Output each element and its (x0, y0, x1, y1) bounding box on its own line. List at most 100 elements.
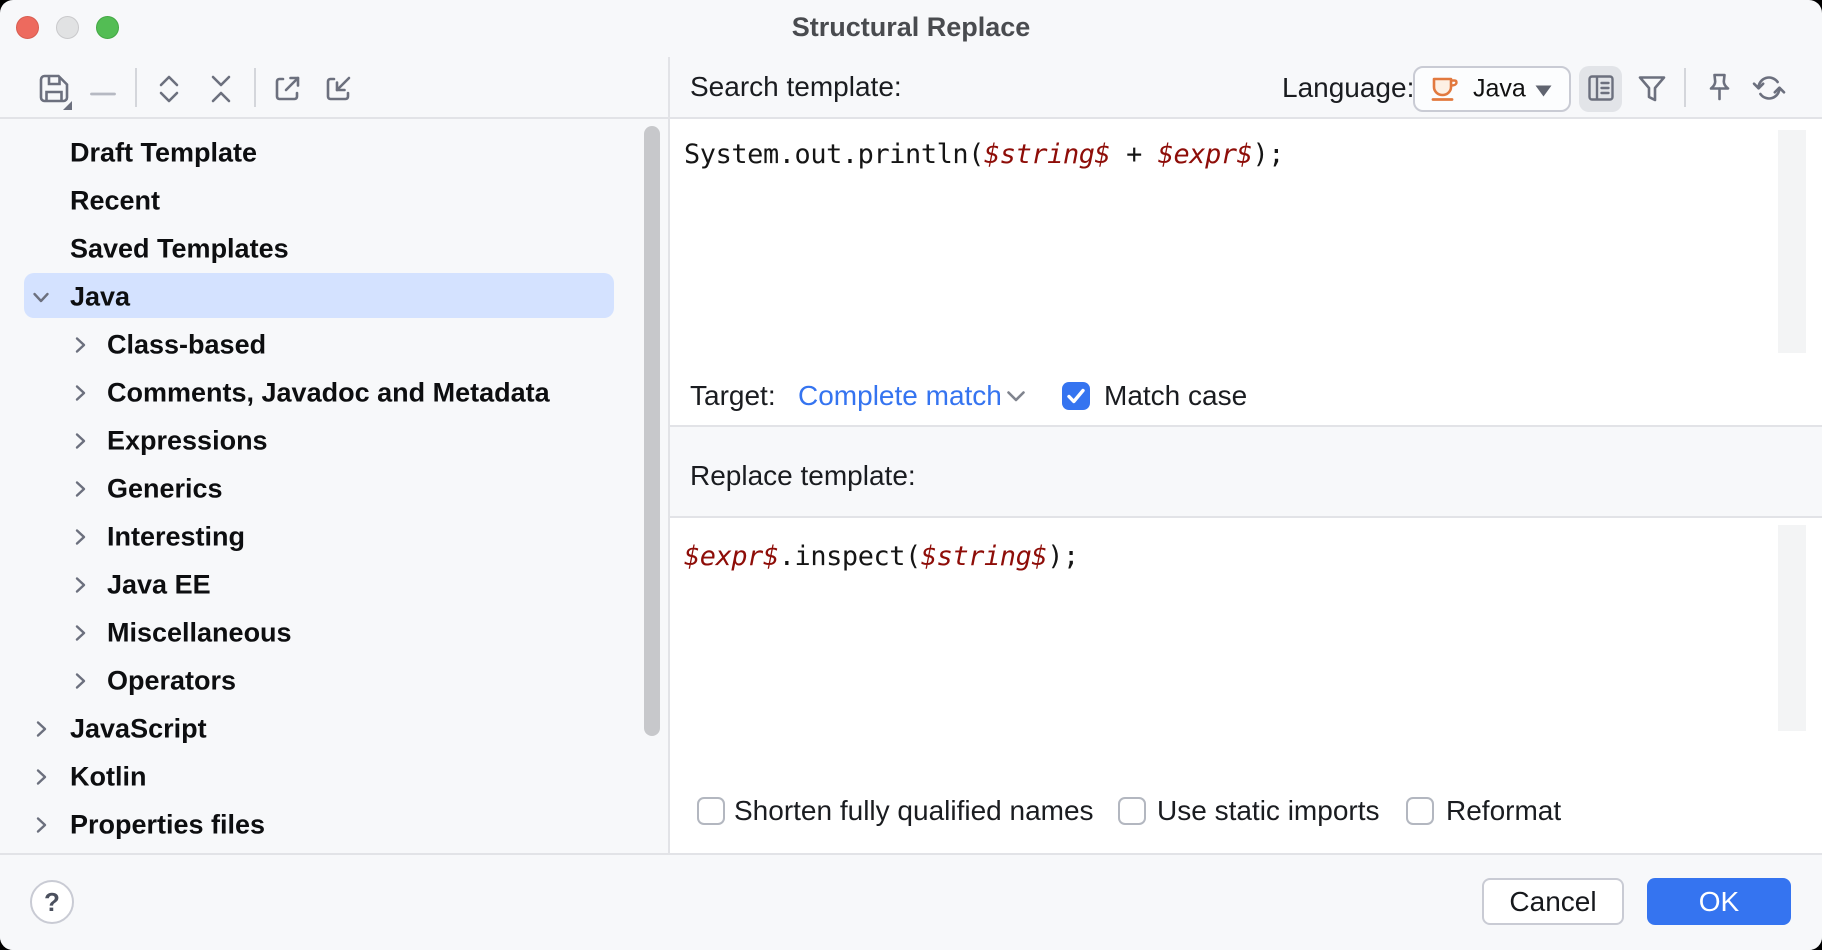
tree-scrollbar[interactable] (644, 126, 660, 736)
existing-templates-toggle[interactable] (1579, 66, 1622, 112)
code-text: + (1110, 139, 1157, 170)
tree-item-label: Java (70, 282, 130, 313)
export-template-button[interactable] (270, 72, 304, 109)
expand-all-button[interactable] (159, 74, 179, 107)
tree-item-label: Miscellaneous (107, 618, 292, 649)
tree-item-label: JavaScript (70, 714, 207, 745)
filter-button[interactable] (1637, 75, 1667, 106)
tree-item-label: Java EE (107, 570, 211, 601)
target-value-dropdown[interactable]: Complete match (798, 380, 1002, 412)
option-label[interactable]: Reformat (1446, 795, 1561, 827)
tree-item-label: Expressions (107, 426, 268, 457)
tree-item-operators[interactable]: Operators (0, 657, 668, 705)
chevron-icon[interactable] (29, 285, 53, 309)
target-label: Target: (690, 380, 776, 412)
dropdown-caret-icon (1535, 85, 1552, 97)
help-button[interactable]: ? (30, 880, 74, 924)
tree-item-label: Class-based (107, 330, 266, 361)
chevron-icon[interactable] (29, 717, 53, 741)
match-case-checkbox[interactable] (1062, 382, 1090, 410)
tree-item-label: Kotlin (70, 762, 146, 793)
checkmark-icon (1062, 382, 1090, 410)
chevron-down-icon[interactable] (1006, 390, 1026, 403)
chevron-icon[interactable] (68, 381, 92, 405)
chevron-icon[interactable] (68, 669, 92, 693)
reset-filters-button[interactable] (1752, 71, 1786, 108)
tree-item-expressions[interactable]: Expressions (0, 417, 668, 465)
tree-item-java[interactable]: Java (0, 273, 668, 321)
replace-editor-scrollbar[interactable] (1778, 525, 1806, 731)
match-case-label[interactable]: Match case (1104, 380, 1247, 412)
template-variable: $string$ (984, 139, 1110, 170)
collapse-all-button[interactable] (211, 74, 231, 107)
save-template-button[interactable] (38, 70, 74, 113)
tree-item-label: Saved Templates (70, 234, 289, 265)
cancel-button[interactable]: Cancel (1482, 878, 1624, 925)
tree-item-kotlin[interactable]: Kotlin (0, 753, 668, 801)
tree-item-generics[interactable]: Generics (0, 465, 668, 513)
tree-item-miscellaneous[interactable]: Miscellaneous (0, 609, 668, 657)
templates-tree: Draft Template Recent Saved Templates Ja… (0, 119, 668, 855)
search-editor-scrollbar[interactable] (1778, 130, 1806, 353)
language-label: Language: (1282, 72, 1414, 104)
chevron-icon[interactable] (68, 429, 92, 453)
tree-item-java-ee[interactable]: Java EE (0, 561, 668, 609)
tree-item-interesting[interactable]: Interesting (0, 513, 668, 561)
chevron-icon[interactable] (29, 813, 53, 837)
book-icon (1586, 73, 1616, 103)
search-template-label: Search template: (690, 71, 902, 103)
checkbox-reformat[interactable] (1406, 797, 1434, 825)
import-template-button[interactable] (321, 72, 355, 109)
replace-template-code[interactable]: $expr$.inspect($string$); (684, 543, 1079, 570)
tree-item-properties-files[interactable]: Properties files (0, 801, 668, 849)
tree-item-saved-templates[interactable]: Saved Templates (0, 225, 668, 273)
tree-item-label: Comments, Javadoc and Metadata (107, 378, 550, 409)
code-text: System.out.println( (684, 139, 984, 170)
option-label[interactable]: Shorten fully qualified names (734, 795, 1094, 827)
export-icon (270, 72, 304, 106)
help-icon: ? (44, 887, 60, 918)
tree-item-draft-template[interactable]: Draft Template (0, 129, 668, 177)
replace-template-label: Replace template: (690, 460, 916, 492)
chevron-icon[interactable] (68, 573, 92, 597)
search-template-code[interactable]: System.out.println($string$ + $expr$); (684, 141, 1284, 168)
template-variable: $expr$ (1158, 139, 1253, 170)
filter-icon (1637, 75, 1667, 103)
tree-item-label: Properties files (70, 810, 265, 841)
tree-item-recent[interactable]: Recent (0, 177, 668, 225)
toolbar-separator (1684, 68, 1686, 107)
import-icon (321, 72, 355, 106)
remove-template-button[interactable] (90, 85, 116, 100)
language-value: Java (1473, 75, 1526, 104)
replace-header: Replace template: (670, 427, 1822, 516)
ok-button[interactable]: OK (1647, 878, 1791, 925)
template-variable: $expr$ (684, 541, 779, 572)
code-text: .inspect( (779, 541, 921, 572)
code-text: ); (1252, 139, 1284, 170)
window-title: Structural Replace (0, 0, 1822, 56)
tree-item-label: Recent (70, 186, 160, 217)
toolbar-separator (135, 68, 137, 107)
chevron-icon[interactable] (68, 333, 92, 357)
tree-item-class-based[interactable]: Class-based (0, 321, 668, 369)
toolbar-separator (254, 68, 256, 107)
structural-replace-dialog: Structural Replace (0, 0, 1822, 950)
chevron-icon[interactable] (68, 525, 92, 549)
pin-button[interactable] (1705, 72, 1734, 109)
remove-icon (90, 91, 116, 97)
checkbox-shorten-fully-qualified-names[interactable] (697, 797, 725, 825)
tree-item-comments-javadoc-and-metadata[interactable]: Comments, Javadoc and Metadata (0, 369, 668, 417)
expand-all-icon (159, 74, 179, 104)
checkbox-use-static-imports[interactable] (1118, 797, 1146, 825)
language-select[interactable]: Java (1413, 66, 1571, 112)
chevron-icon[interactable] (68, 621, 92, 645)
option-label[interactable]: Use static imports (1157, 795, 1380, 827)
tree-item-label: Operators (107, 666, 236, 697)
chevron-icon[interactable] (29, 765, 53, 789)
titlebar: Structural Replace (0, 0, 1822, 57)
chevron-icon[interactable] (68, 477, 92, 501)
refresh-icon (1752, 71, 1786, 105)
save-icon (38, 70, 74, 110)
tree-item-label: Draft Template (70, 138, 257, 169)
tree-item-javascript[interactable]: JavaScript (0, 705, 668, 753)
